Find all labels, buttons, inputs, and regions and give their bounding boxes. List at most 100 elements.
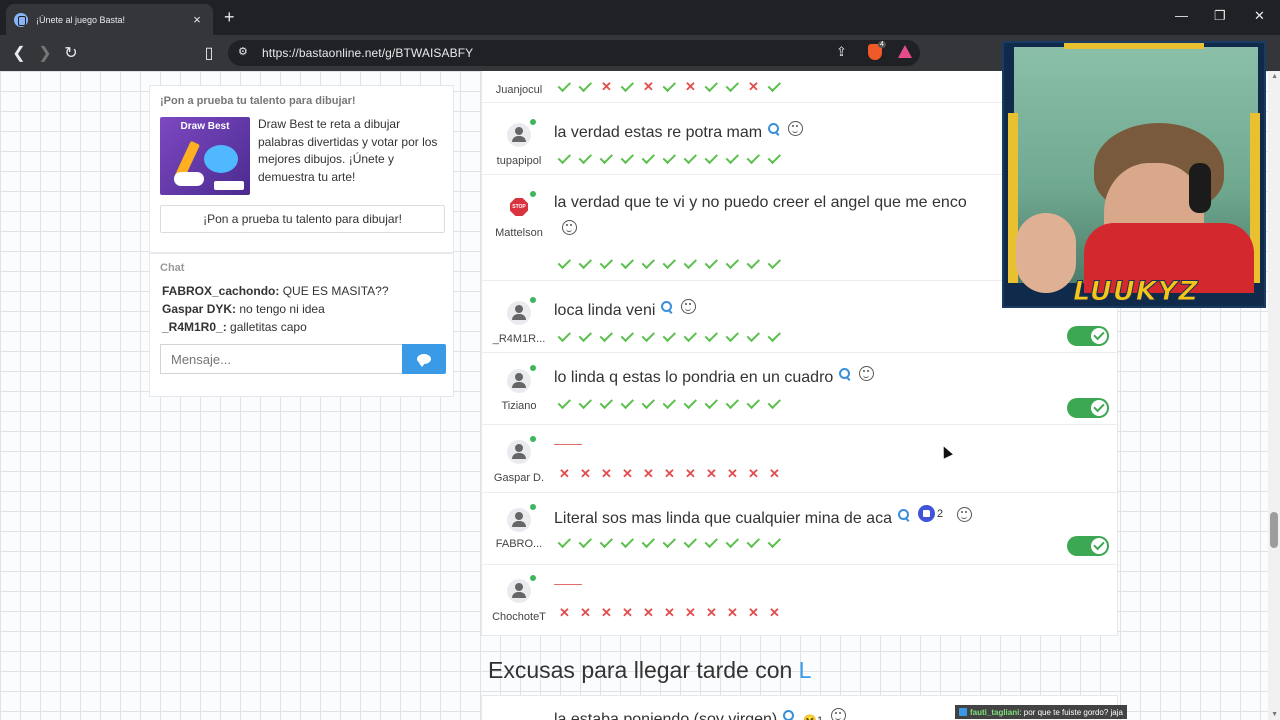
vote-valid-icon: [680, 329, 701, 345]
address-bar[interactable]: ⚙ https://bastaonline.net/g/BTWAISABFY ⇪…: [228, 40, 920, 66]
like-reaction[interactable]: 2: [917, 505, 944, 522]
empty-answer-dash: [554, 444, 582, 445]
vote-valid-icon: [659, 329, 680, 345]
online-indicator: [530, 297, 536, 303]
add-reaction-icon[interactable]: [957, 507, 973, 522]
chat-message-input[interactable]: [160, 344, 402, 374]
reload-icon[interactable]: ↻: [61, 43, 81, 63]
search-icon[interactable]: [661, 301, 673, 313]
streamer-name: LUUKYZ: [1073, 276, 1199, 307]
search-icon[interactable]: [897, 509, 910, 521]
search-icon[interactable]: [839, 368, 851, 380]
like-count: 2: [936, 507, 944, 520]
bookmark-icon[interactable]: ▯: [199, 43, 219, 63]
chat-badge-icon: [959, 708, 967, 716]
chat-text: galletitas capo: [230, 320, 307, 334]
valid-answer-toggle[interactable]: [1067, 326, 1109, 346]
player-avatar: STOP: [507, 191, 536, 219]
vote-invalid-icon: ✕: [580, 605, 591, 620]
scroll-down-icon[interactable]: ▼: [1271, 711, 1278, 718]
send-message-button[interactable]: [402, 344, 446, 374]
add-reaction-icon[interactable]: [562, 220, 577, 235]
answer-row: Tiziano lo linda q estas lo pondria en u…: [482, 353, 1119, 425]
vote-valid-icon: [638, 151, 659, 167]
vote-invalid-icon: ✕: [727, 466, 738, 481]
promo-card: ¡Pon a prueba tu talento para dibujar! D…: [149, 85, 454, 253]
scroll-up-icon[interactable]: ▲: [1271, 73, 1278, 80]
vote-valid-icon: [617, 79, 638, 95]
vote-valid-icon: [596, 256, 617, 272]
vote-valid-icon: [596, 396, 617, 412]
player-name: Mattelson: [495, 227, 543, 239]
close-tab-icon[interactable]: ×: [189, 12, 205, 27]
streamer-webcam: LUUKYZ: [1002, 41, 1266, 308]
vote-valid-icon: [764, 151, 785, 167]
share-icon[interactable]: ⇪: [836, 44, 847, 60]
check-icon: [1091, 538, 1107, 554]
page-scrollbar[interactable]: ▲ ▼: [1268, 71, 1280, 720]
laugh-reaction[interactable]: 😆1: [803, 714, 823, 720]
chat-heading: Chat: [160, 262, 185, 274]
online-indicator: [530, 504, 536, 510]
player-avatar: [507, 365, 536, 393]
vote-valid-icon: [701, 396, 722, 412]
vote-valid-icon: [617, 329, 638, 345]
vote-marks: [554, 256, 785, 272]
minimize-icon[interactable]: —: [1175, 8, 1188, 23]
valid-answer-toggle[interactable]: [1067, 536, 1109, 556]
try-drawing-button[interactable]: ¡Pon a prueba tu talento para dibujar!: [160, 205, 445, 233]
vote-invalid-icon: ✕: [664, 605, 675, 620]
chat-text: no tengo ni idea: [239, 302, 325, 316]
restore-icon[interactable]: ❐: [1214, 8, 1226, 24]
chat-text: QUE ES MASITA??: [282, 284, 389, 298]
check-icon: [1091, 328, 1107, 344]
scrollbar-thumb[interactable]: [1270, 512, 1278, 548]
vote-valid-icon: [680, 396, 701, 412]
player-avatar: [507, 575, 536, 603]
add-reaction-icon[interactable]: [681, 299, 697, 314]
answer-row: ChochoteT ✕ ✕ ✕ ✕ ✕ ✕ ✕ ✕ ✕ ✕ ✕: [482, 565, 1119, 636]
vote-valid-icon: [722, 535, 743, 551]
add-reaction-icon[interactable]: [831, 708, 847, 720]
search-icon[interactable]: [783, 710, 795, 720]
new-tab-icon[interactable]: +: [224, 7, 235, 28]
vote-valid-icon: [722, 79, 743, 95]
vote-marks: ✕ ✕ ✕ ✕ ✕ ✕ ✕ ✕ ✕ ✕ ✕: [554, 605, 785, 621]
vote-invalid-icon: ✕: [559, 466, 570, 481]
headset-icon: [1189, 163, 1211, 213]
player-avatar: [507, 119, 536, 147]
chat-message: Gaspar DYK: no tengo ni idea: [162, 302, 325, 316]
vote-valid-icon: [554, 329, 575, 345]
brave-rewards-icon[interactable]: [898, 45, 912, 58]
add-reaction-icon[interactable]: [859, 366, 875, 381]
forward-icon[interactable]: ❯: [35, 43, 55, 63]
vote-invalid-icon: ✕: [559, 605, 570, 620]
vote-valid-icon: [596, 535, 617, 551]
promo-description: Draw Best te reta a dibujar palabras div…: [258, 117, 438, 184]
answer-value: lo linda q estas lo pondria en un cuadro: [554, 369, 834, 386]
vote-valid-icon: [701, 151, 722, 167]
speech-bubble-icon: [204, 145, 238, 173]
url-text[interactable]: https://bastaonline.net/g/BTWAISABFY: [262, 46, 473, 60]
site-settings-icon[interactable]: ⚙: [238, 45, 252, 59]
vote-valid-icon: [680, 256, 701, 272]
reaction-count: 1: [817, 715, 823, 720]
vote-valid-icon: [596, 329, 617, 345]
draw-best-image[interactable]: Draw Best: [160, 117, 250, 195]
vote-valid-icon: [638, 329, 659, 345]
vote-valid-icon: [575, 151, 596, 167]
search-icon[interactable]: [768, 123, 780, 135]
vote-valid-icon: [659, 535, 680, 551]
vote-invalid-icon: ✕: [748, 605, 759, 620]
close-window-icon[interactable]: ✕: [1254, 8, 1265, 24]
vote-valid-icon: [764, 396, 785, 412]
valid-answer-toggle[interactable]: [1067, 398, 1109, 418]
promo-badge: [214, 181, 244, 190]
browser-tab[interactable]: ¡Únete al juego Basta! ×: [6, 4, 213, 35]
answer-value: Literal sos mas linda que cualquier mina…: [554, 510, 892, 527]
back-icon[interactable]: ❮: [9, 43, 29, 63]
vote-valid-icon: [722, 151, 743, 167]
basta-favicon-icon: [14, 12, 28, 27]
add-reaction-icon[interactable]: [788, 121, 804, 136]
online-indicator: [530, 191, 536, 197]
